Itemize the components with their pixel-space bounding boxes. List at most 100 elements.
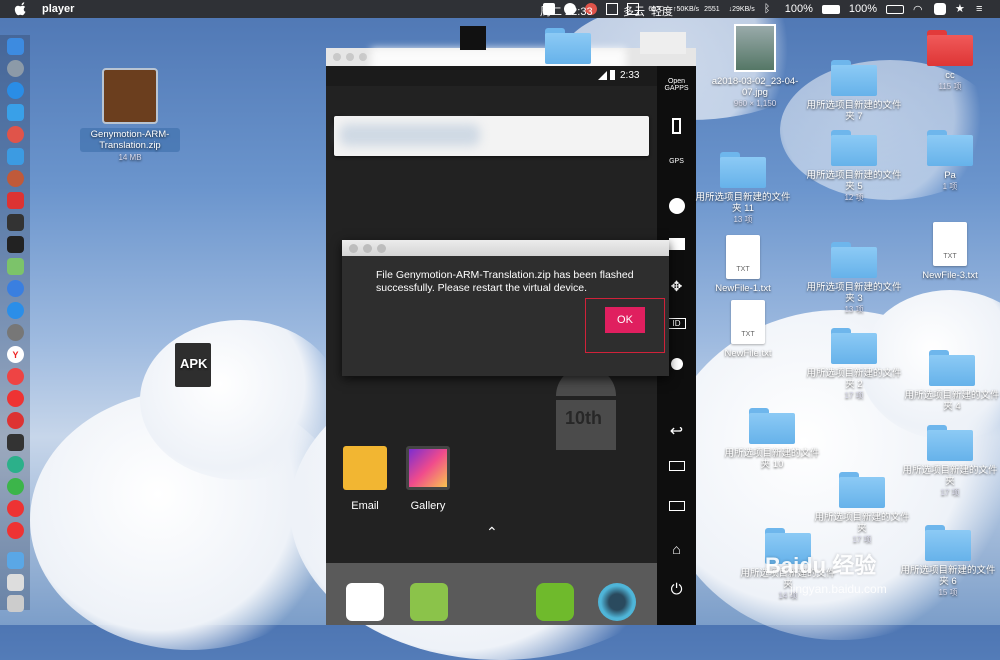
preview-icon[interactable] (7, 104, 24, 121)
folder-icon (927, 130, 973, 166)
top-folder-icon[interactable] (545, 28, 591, 64)
dialog-message: File Genymotion-ARM-Translation.zip has … (376, 269, 634, 294)
desktop-item-pa[interactable]: Pa 1 项 (918, 130, 982, 192)
folder-icon (749, 408, 795, 444)
power-button[interactable]: ⏻ (657, 581, 696, 598)
camera-icon[interactable] (598, 583, 636, 621)
window-zoom-button[interactable] (359, 53, 367, 61)
trash-icon[interactable] (7, 595, 24, 612)
dialog-zoom-button[interactable] (377, 244, 386, 253)
red-app-icon[interactable] (7, 126, 24, 143)
safari-icon[interactable] (7, 82, 24, 99)
android-mascot-badge: 10th (551, 366, 621, 466)
gallery-app[interactable]: Gallery (406, 446, 450, 512)
dialog-minimize-button[interactable] (363, 244, 372, 253)
open-gapps-button[interactable]: Open GAPPS (657, 78, 696, 92)
settings-icon[interactable] (7, 324, 24, 341)
recent-apps-button[interactable] (657, 461, 696, 471)
home-button[interactable]: ⌂ (657, 541, 696, 557)
clapperboard-icon (668, 238, 685, 250)
desktop-item-cc[interactable]: cc 115 项 (918, 30, 982, 92)
music-app-icon[interactable] (7, 390, 24, 407)
folder-dock-icon[interactable] (7, 552, 24, 569)
maps-icon[interactable] (7, 258, 24, 275)
battery-icon-2[interactable] (886, 4, 904, 14)
vivaldi-icon[interactable] (7, 412, 24, 429)
battery-icon (610, 70, 615, 80)
desktop-item-newfile-1[interactable]: TXT NewFile-1.txt (700, 235, 786, 294)
genymotion-icon[interactable] (7, 500, 24, 517)
ok-button[interactable]: OK (605, 307, 645, 333)
reader-app-icon[interactable] (7, 192, 24, 209)
top-image-icon[interactable] (460, 26, 486, 50)
launchpad-icon[interactable] (7, 60, 24, 77)
menubar-weather[interactable]: 多云 (623, 3, 645, 19)
desktop-item-folder-4[interactable]: 用所选项目新建的文件夹 4 (904, 350, 1000, 412)
phone-icon[interactable] (346, 583, 384, 621)
menubar-air[interactable]: 轻度 (651, 3, 673, 19)
folder-icon (831, 328, 877, 364)
zip-file-icon[interactable]: Genymotion-ARM-Translation.zip 14 MB (80, 68, 180, 163)
google-search-bar[interactable] (334, 116, 649, 156)
apk-file-icon[interactable]: APK (175, 343, 215, 387)
android-dock (326, 563, 657, 625)
email-app[interactable]: Email (340, 446, 390, 512)
battery-widget-button[interactable] (657, 118, 696, 134)
blue-app-icon[interactable] (7, 148, 24, 165)
chrome-icon[interactable] (7, 368, 24, 385)
item-count: 13 项 (733, 215, 753, 224)
desktop-item-folder-b[interactable]: 用所选项目新建的文件夹 17 项 (902, 425, 998, 498)
menu-icon (668, 501, 685, 511)
terminal-icon[interactable] (7, 236, 24, 253)
siri-icon[interactable] (7, 280, 24, 297)
active-app-name[interactable]: player (42, 3, 74, 15)
desktop-item-folder-7[interactable]: 用所选项目新建的文件夹 7 (806, 60, 902, 122)
desktop-item-newfile[interactable]: TXT NewFile.txt (705, 300, 791, 359)
baidu-watermark-url: jingyan.baidu.com (790, 582, 887, 596)
app-drawer-chevron-icon[interactable]: ⌃ (486, 524, 498, 541)
messaging-icon[interactable] (410, 583, 448, 621)
gps-button[interactable]: GPS (657, 158, 696, 165)
desktop-item-folder-3[interactable]: 用所选项目新建的文件夹 3 13 项 (806, 242, 902, 315)
monitor-icon[interactable] (606, 3, 619, 15)
list-menu-icon[interactable]: ≡ (976, 3, 988, 15)
desktop-item-folder-10[interactable]: 用所选项目新建的文件夹 10 (724, 408, 820, 470)
window-minimize-button[interactable] (346, 53, 354, 61)
webcam-button[interactable] (657, 198, 696, 214)
app-store-icon[interactable] (7, 302, 24, 319)
wechat-dock-icon[interactable] (7, 478, 24, 495)
item-label: 用所选项目新建的文件夹 10 (724, 448, 820, 470)
bluetooth-icon[interactable]: ᛒ (764, 3, 776, 15)
console-icon[interactable] (7, 434, 24, 451)
activity-monitor-icon[interactable] (7, 214, 24, 231)
desktop-item-folder-11[interactable]: 用所选项目新建的文件夹 11 13 项 (695, 152, 791, 225)
jpg-file-icon[interactable]: a2018-03-02_23-04-07.jpg 960 × 1,150 (705, 24, 805, 109)
dialog-close-button[interactable] (349, 244, 358, 253)
top-screenshot-icon[interactable] (640, 32, 686, 54)
desktop-item-folder-6[interactable]: 用所选项目新建的文件夹 6 15 项 (900, 525, 996, 598)
menu-button[interactable] (657, 501, 696, 511)
menubar-datetime[interactable]: 周二 22:33 (540, 3, 593, 19)
finder-icon[interactable] (7, 38, 24, 55)
jpg-thumbnail (734, 24, 776, 72)
item-label: 用所选项目新建的文件夹 4 (904, 390, 1000, 412)
dialog-title-bar[interactable] (342, 240, 669, 256)
star-icon[interactable]: ★ (955, 3, 967, 15)
back-button[interactable]: ↩ (657, 421, 696, 441)
desktop-item-newfile-3[interactable]: TXT NewFile-3.txt (908, 222, 992, 281)
screenshot-dock-icon[interactable] (7, 574, 24, 591)
apple-icon[interactable] (14, 2, 28, 16)
window-close-button[interactable] (333, 53, 341, 61)
battery-icon-1[interactable] (821, 4, 840, 14)
desktop-item-folder-5[interactable]: 用所选项目新建的文件夹 5 12 项 (806, 130, 902, 203)
player-icon[interactable] (7, 522, 24, 539)
apk-installer-icon[interactable] (536, 583, 574, 621)
yandex-icon[interactable]: Y (7, 346, 24, 363)
battery-widget-icon (672, 118, 681, 134)
photo-app-icon[interactable] (7, 170, 24, 187)
wifi-icon[interactable]: ◠ (913, 3, 925, 16)
item-label: 用所选项目新建的文件夹 11 (695, 192, 791, 214)
s-app-icon[interactable] (934, 3, 946, 15)
sync-app-icon[interactable] (7, 456, 24, 473)
desktop-item-folder-2[interactable]: 用所选项目新建的文件夹 2 17 项 (806, 328, 902, 401)
